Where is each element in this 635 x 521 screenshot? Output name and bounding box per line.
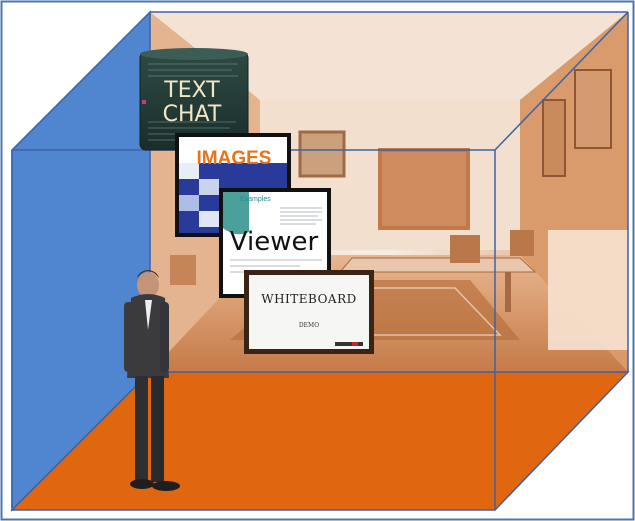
viewer-label: Viewer <box>230 227 319 257</box>
whiteboard-demo-label: DEMO <box>299 322 319 329</box>
virtual-room-diagram: TEXT CHAT IMAGES Examples Viewer WHITEBO… <box>0 0 635 521</box>
images-label: IMAGES <box>197 148 272 169</box>
viewer-slide-title: Examples <box>240 196 271 203</box>
text-chat-label-line2: CHAT <box>163 102 222 127</box>
whiteboard-label: WHITEBOARD <box>261 292 357 306</box>
whiteboard-panel: WHITEBOARD DEMO <box>244 270 374 354</box>
text-chat-label-line1: TEXT <box>163 78 220 103</box>
